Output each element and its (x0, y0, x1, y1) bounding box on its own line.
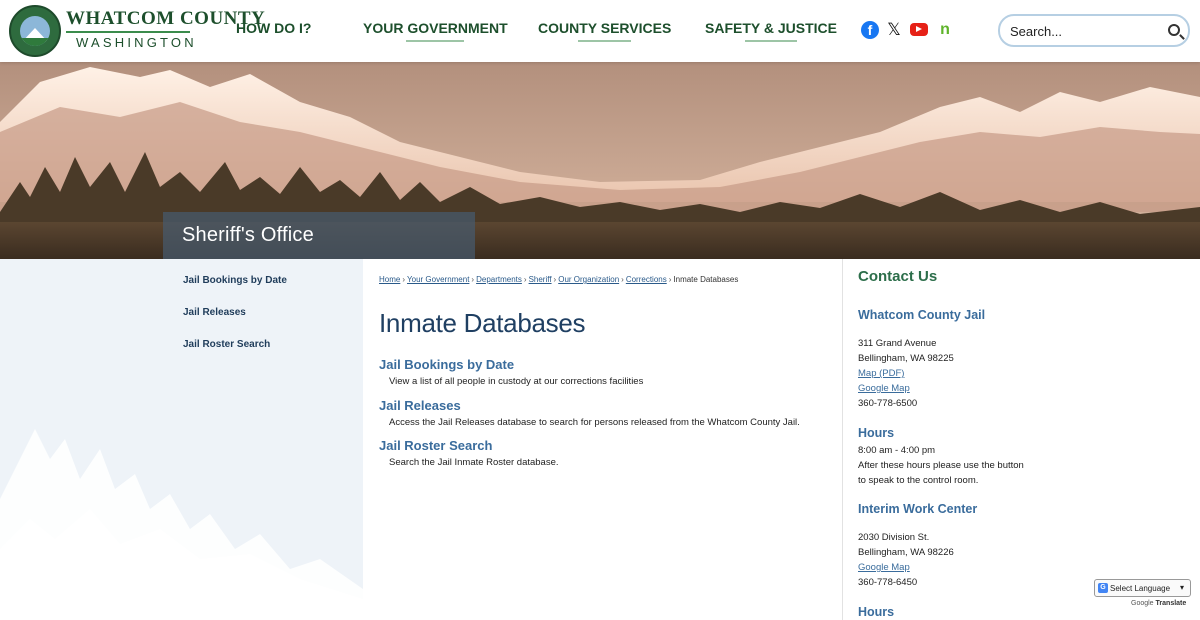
work-center-name: Interim Work Center (858, 502, 978, 516)
hours-heading: Hours (858, 426, 895, 440)
page-banner: Sheriff's Office (163, 212, 475, 259)
work-center-address-line2: Bellingham, WA 98226 (858, 547, 954, 558)
search-input[interactable] (1010, 23, 1155, 39)
banner-title: Sheriff's Office (182, 224, 314, 246)
nav-underline (406, 40, 465, 42)
site-header: WHATCOM COUNTY WASHINGTON HOW DO I? YOUR… (0, 0, 1200, 62)
hours-note-line2: to speak to the control room. (858, 475, 979, 486)
x-icon[interactable]: 𝕏 (885, 21, 903, 39)
youtube-icon[interactable] (910, 23, 928, 36)
nav-how-do-i[interactable]: HOW DO I? (236, 20, 311, 36)
tree-silhouette-decoration (0, 429, 363, 620)
jail-bookings-link[interactable]: Jail Bookings by Date (379, 357, 514, 372)
powered-by-google-translate[interactable]: Google Translate (1131, 600, 1186, 607)
breadcrumb-corrections[interactable]: Corrections (626, 275, 667, 284)
contact-jail-name: Whatcom County Jail (858, 308, 986, 322)
breadcrumb-our-organization[interactable]: Our Organization (558, 275, 619, 284)
nav-county-services[interactable]: COUNTY SERVICES (538, 20, 672, 42)
google-translate-icon: G (1098, 583, 1108, 593)
jail-roster-search-link[interactable]: Jail Roster Search (379, 438, 492, 453)
nav-your-government[interactable]: YOUR GOVERNMENT (363, 20, 508, 42)
jail-address-line2: Bellingham, WA 98225 (858, 353, 954, 364)
search-box[interactable] (998, 14, 1190, 47)
county-seal-logo[interactable] (9, 5, 61, 57)
language-select[interactable]: G Select Language ▾ (1094, 579, 1191, 597)
jail-roster-search-description: Search the Jail Inmate Roster database. (389, 457, 559, 468)
logo-subtitle[interactable]: WASHINGTON (76, 35, 197, 50)
hours-time: 8:00 am - 4:00 pm (858, 445, 936, 456)
work-center-phone: 360-778-6450 (858, 577, 918, 588)
breadcrumb-sheriff[interactable]: Sheriff (529, 275, 552, 284)
column-divider (842, 259, 843, 620)
breadcrumb-current: Inmate Databases (673, 275, 739, 284)
nav-label: YOUR GOVERNMENT (363, 20, 508, 36)
jail-map-pdf-link[interactable]: Map (PDF) (858, 368, 904, 379)
nextdoor-icon[interactable]: n (936, 21, 954, 39)
work-center-google-map-link[interactable]: Google Map (858, 562, 910, 573)
sidebar-item-jail-roster-search[interactable]: Jail Roster Search (183, 339, 270, 350)
contact-heading: Contact Us (858, 268, 938, 285)
nav-underline (744, 40, 798, 42)
nav-label: COUNTY SERVICES (538, 20, 672, 36)
page-title: Inmate Databases (379, 308, 586, 338)
jail-address-line1: 311 Grand Avenue (858, 338, 937, 349)
seal-mountain-icon (20, 16, 50, 46)
jail-releases-link[interactable]: Jail Releases (379, 398, 461, 413)
facebook-icon[interactable]: f (861, 21, 879, 39)
google-wordmark: Google (1131, 600, 1154, 607)
nav-safety-justice[interactable]: SAFETY & JUSTICE (705, 20, 837, 42)
jail-google-map-link[interactable]: Google Map (858, 383, 910, 394)
breadcrumb-your-government[interactable]: Your Government (407, 275, 469, 284)
jail-phone: 360-778-6500 (858, 398, 918, 409)
chevron-down-icon: ▾ (1180, 583, 1185, 592)
translate-label: Translate (1155, 600, 1187, 607)
work-center-address-line1: 2030 Division St. (858, 532, 930, 543)
left-sidebar: Jail Bookings by Date Jail Releases Jail… (0, 259, 363, 620)
jail-releases-description: Access the Jail Releases database to sea… (389, 417, 800, 428)
breadcrumb-home[interactable]: Home (379, 275, 400, 284)
hours-note-line1: After these hours please use the button (858, 460, 1024, 471)
sidebar-item-jail-releases[interactable]: Jail Releases (183, 307, 246, 318)
search-icon[interactable] (1168, 24, 1180, 36)
breadcrumb-departments[interactable]: Departments (476, 275, 522, 284)
sidebar-item-jail-bookings[interactable]: Jail Bookings by Date (183, 275, 287, 286)
language-select-label: Select Language (1110, 584, 1171, 593)
hours2-heading: Hours (858, 605, 895, 619)
jail-bookings-description: View a list of all people in custody at … (389, 376, 644, 387)
breadcrumb: Home › Your Government › Departments › Sheriff… (379, 275, 739, 284)
logo-divider (66, 31, 190, 33)
nav-label: SAFETY & JUSTICE (705, 20, 837, 36)
nav-label: HOW DO I? (236, 20, 312, 36)
nav-underline (577, 40, 632, 42)
